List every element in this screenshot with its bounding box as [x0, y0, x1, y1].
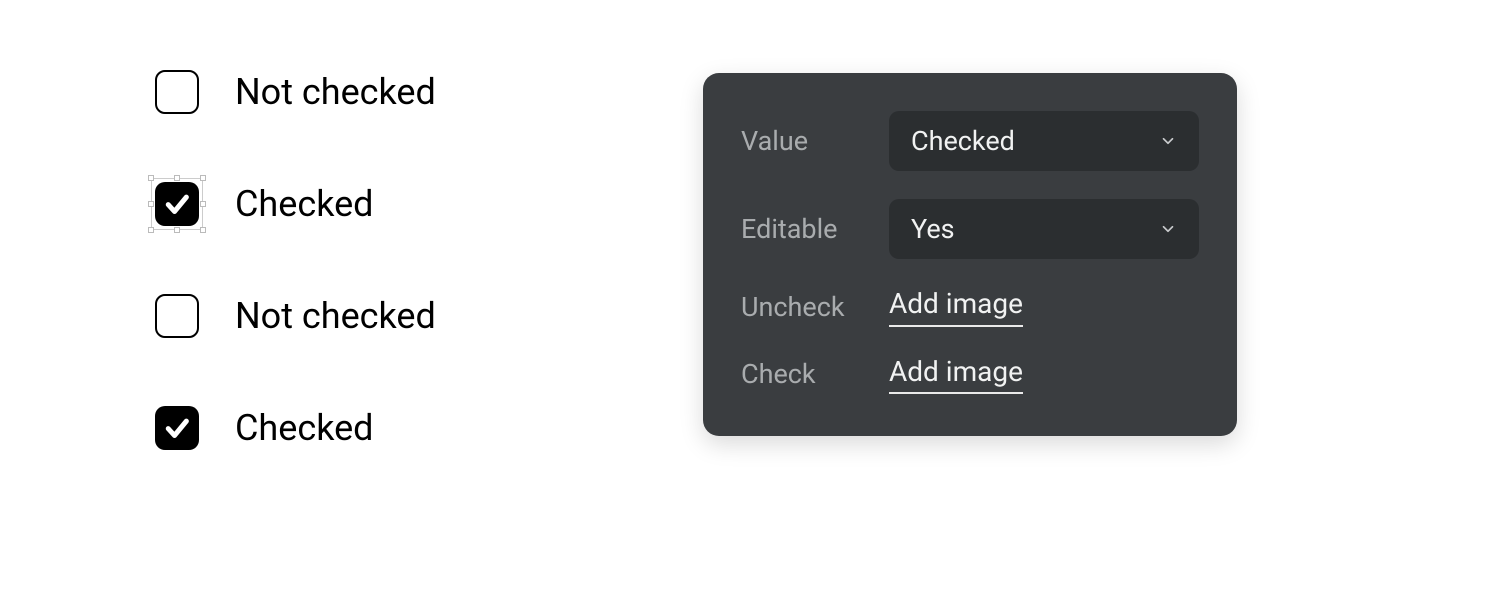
checkbox-checked[interactable]: [155, 406, 199, 450]
dropdown-value: Checked: [911, 125, 1015, 157]
checkbox-row: Checked: [155, 406, 436, 450]
chevron-down-icon: [1159, 220, 1177, 238]
checkbox-row: Not checked: [155, 294, 436, 338]
property-label: Check: [741, 358, 869, 390]
checkbox-row: Checked: [155, 182, 436, 226]
checkbox-selected-frame[interactable]: [155, 182, 199, 226]
checkbox-unchecked[interactable]: [155, 294, 199, 338]
checkbox-label: Not checked: [235, 295, 436, 337]
chevron-down-icon: [1159, 132, 1177, 150]
checkbox-label: Not checked: [235, 71, 436, 113]
checkbox-checked[interactable]: [155, 182, 199, 226]
properties-panel: Value Checked Editable Yes Uncheck Add i…: [703, 73, 1237, 436]
checkbox-label: Checked: [235, 183, 373, 225]
check-icon: [162, 189, 192, 219]
add-image-link-uncheck[interactable]: Add image: [889, 287, 1023, 327]
editable-dropdown[interactable]: Yes: [889, 199, 1199, 259]
property-label: Uncheck: [741, 291, 869, 323]
property-label: Editable: [741, 213, 869, 245]
checkbox-list: Not checked Checked Not checked Checked: [155, 70, 436, 450]
checkbox-row: Not checked: [155, 70, 436, 114]
property-label: Value: [741, 125, 869, 157]
property-row-check: Check Add image: [741, 355, 1199, 395]
value-dropdown[interactable]: Checked: [889, 111, 1199, 171]
property-row-uncheck: Uncheck Add image: [741, 287, 1199, 327]
add-image-link-check[interactable]: Add image: [889, 355, 1023, 395]
checkbox-label: Checked: [235, 407, 373, 449]
checkbox-unchecked[interactable]: [155, 70, 199, 114]
property-row-editable: Editable Yes: [741, 199, 1199, 259]
dropdown-value: Yes: [911, 213, 955, 245]
check-icon: [162, 413, 192, 443]
property-row-value: Value Checked: [741, 111, 1199, 171]
